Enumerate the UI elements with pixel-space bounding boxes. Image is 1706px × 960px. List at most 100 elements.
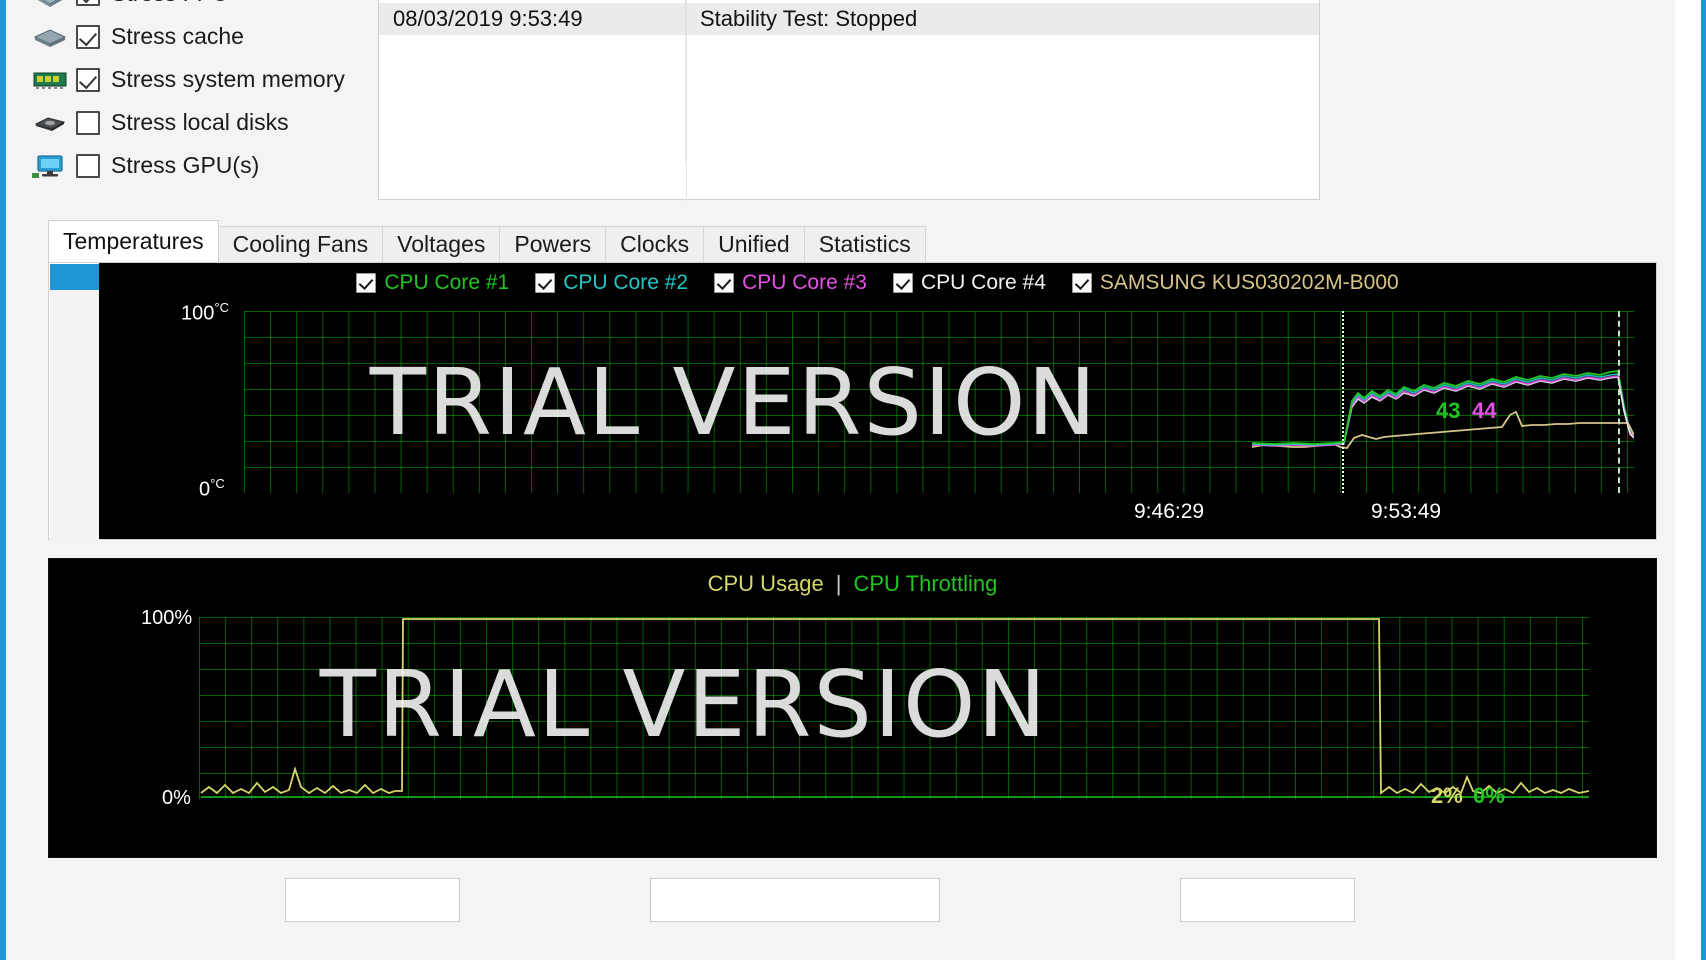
temperature-series-lines [244, 311, 1634, 493]
tab-label: Temperatures [63, 228, 204, 255]
table-row[interactable] [379, 67, 1319, 99]
tab-voltages[interactable]: Voltages [382, 226, 500, 262]
table-row[interactable] [379, 35, 1319, 67]
cpu-usage-plot-area[interactable] [199, 617, 1589, 799]
legend-item-cpu-core-4[interactable]: CPU Core #4 [893, 271, 1046, 295]
window-right-background [1675, 0, 1701, 960]
legend-label-cpu-throttling[interactable]: CPU Throttling [854, 571, 998, 597]
log-event-cell [686, 67, 1319, 99]
tab-label: Cooling Fans [233, 231, 369, 258]
temp-x-tick-stop: 9:53:49 [1371, 500, 1441, 524]
temperature-plot-area[interactable] [244, 311, 1634, 493]
test-stop-cursor [1618, 311, 1620, 493]
stress-fpu-checkbox[interactable] [76, 0, 100, 6]
legend-label: CPU Core #2 [563, 271, 688, 295]
window-right-accent [1701, 0, 1706, 960]
stress-option-row[interactable]: Stress cache [30, 15, 360, 58]
log-event-cell [686, 131, 1319, 163]
tab-label: Voltages [397, 231, 485, 258]
temp-y-axis-top-label: 100°C [181, 300, 229, 326]
tab-powers[interactable]: Powers [499, 226, 606, 262]
tab-label: Statistics [819, 231, 911, 258]
cpu-usage-graph-panel[interactable]: CPU Usage | CPU Throttling 100% 0% TRIAL… [48, 558, 1657, 858]
sensor-select-strip[interactable] [50, 264, 100, 540]
stress-option-row[interactable]: 1+3 Stress FPU [30, 0, 360, 15]
log-time-cell [379, 67, 686, 99]
tab-statistics[interactable]: Statistics [804, 226, 926, 262]
legend-label: SAMSUNG KUS030202M-B000 [1100, 271, 1399, 295]
log-time-cell: 08/03/2019 9:53:49 [379, 3, 686, 35]
tab-temperatures[interactable]: Temperatures [48, 220, 219, 262]
stress-cache-checkbox[interactable] [76, 25, 100, 49]
test-start-cursor [1342, 311, 1344, 493]
bottom-button-left[interactable] [285, 878, 460, 922]
legend-checkbox[interactable] [356, 273, 376, 293]
legend-label: CPU Core #3 [742, 271, 867, 295]
stress-option-label: Stress system memory [111, 66, 345, 93]
stress-options-list: 1+3 Stress FPU Stress cache [30, 0, 360, 187]
temperature-graph-panel[interactable]: CPU Core #1 CPU Core #2 CPU Core #3 CPU … [48, 262, 1657, 540]
stress-local-disks-checkbox[interactable] [76, 111, 100, 135]
table-row[interactable] [379, 131, 1319, 163]
temp-end-value-core: 43 [1436, 398, 1460, 424]
usage-end-value: 2% [1431, 783, 1463, 809]
log-column-divider [686, 0, 687, 201]
table-row[interactable] [379, 99, 1319, 131]
log-event-cell [686, 35, 1319, 67]
temperature-graph-canvas[interactable]: CPU Core #1 CPU Core #2 CPU Core #3 CPU … [99, 263, 1656, 539]
log-time-cell [379, 35, 686, 67]
cache-chip-icon [30, 21, 70, 53]
selected-sensor-indicator [50, 264, 100, 290]
temp-end-value-drive: 44 [1472, 398, 1496, 424]
graph-tab-bar[interactable]: Temperatures Cooling Fans Voltages Power… [48, 222, 978, 262]
legend-checkbox[interactable] [714, 273, 734, 293]
table-row[interactable]: 08/03/2019 9:53:49 Stability Test: Stopp… [379, 3, 1319, 35]
stress-option-row[interactable]: Stress GPU(s) [30, 144, 360, 187]
bottom-button-right[interactable] [1180, 878, 1355, 922]
usage-graph-legend[interactable]: CPU Usage | CPU Throttling [49, 571, 1656, 597]
tab-clocks[interactable]: Clocks [605, 226, 704, 262]
legend-label: CPU Core #1 [384, 271, 509, 295]
temp-x-tick-start: 9:46:29 [1134, 500, 1204, 524]
stress-option-row[interactable]: Stress system memory [30, 58, 360, 101]
event-log-table[interactable]: 08/03/2019 9:46:29 Stability Test: Start… [378, 0, 1320, 200]
stress-option-label: Stress local disks [111, 109, 289, 136]
stability-test-window: 1+3 Stress FPU Stress cache [0, 0, 1706, 960]
log-time-cell [379, 131, 686, 163]
legend-item-cpu-core-1[interactable]: CPU Core #1 [356, 271, 509, 295]
bottom-button-center[interactable] [650, 878, 940, 922]
stress-gpus-checkbox[interactable] [76, 154, 100, 178]
temp-y-axis-bottom-label: 0°C [199, 476, 225, 502]
stress-option-label: Stress cache [111, 23, 244, 50]
stress-system-memory-checkbox[interactable] [76, 68, 100, 92]
legend-divider: | [836, 571, 842, 597]
usage-y-axis-bottom-label: 0% [162, 787, 191, 810]
legend-checkbox[interactable] [535, 273, 555, 293]
tab-cooling-fans[interactable]: Cooling Fans [218, 226, 384, 262]
stress-option-row[interactable]: Stress local disks [30, 101, 360, 144]
legend-label: CPU Core #4 [921, 271, 1046, 295]
tab-label: Powers [514, 231, 591, 258]
log-event-cell: Stability Test: Stopped [686, 3, 1319, 35]
log-time-cell [379, 99, 686, 131]
tab-label: Unified [718, 231, 790, 258]
legend-checkbox[interactable] [893, 273, 913, 293]
tab-label: Clocks [620, 231, 689, 258]
log-event-cell [686, 99, 1319, 131]
cpu-fpu-icon: 1+3 [30, 0, 70, 10]
stress-option-label: Stress GPU(s) [111, 152, 259, 179]
usage-y-axis-top-label: 100% [141, 607, 192, 630]
legend-item-cpu-core-2[interactable]: CPU Core #2 [535, 271, 688, 295]
usage-series-lines [199, 617, 1589, 799]
throttling-end-value: 0% [1473, 783, 1505, 809]
legend-item-cpu-core-3[interactable]: CPU Core #3 [714, 271, 867, 295]
legend-checkbox[interactable] [1072, 273, 1092, 293]
temperature-graph-legend[interactable]: CPU Core #1 CPU Core #2 CPU Core #3 CPU … [99, 271, 1656, 295]
stress-option-label: Stress FPU [111, 0, 229, 7]
memory-module-icon [30, 64, 70, 96]
window-left-accent [0, 0, 6, 960]
legend-item-samsung-drive[interactable]: SAMSUNG KUS030202M-B000 [1072, 271, 1399, 295]
hard-disk-icon [30, 107, 70, 139]
tab-unified[interactable]: Unified [703, 226, 805, 262]
legend-label-cpu-usage[interactable]: CPU Usage [708, 571, 824, 597]
